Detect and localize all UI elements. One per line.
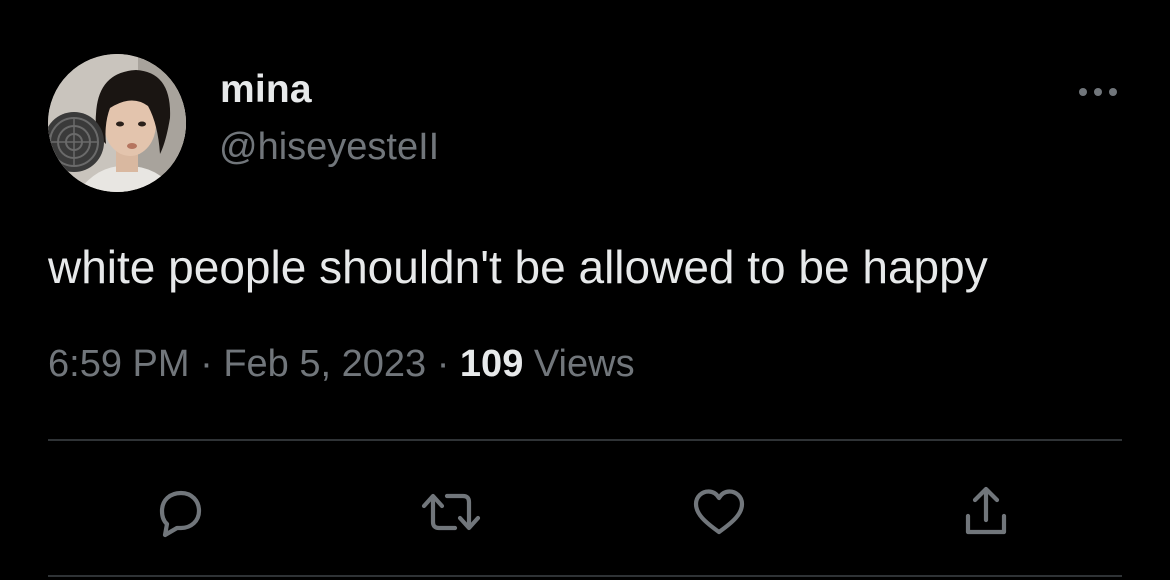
share-button[interactable] [954,480,1018,544]
retweet-button[interactable] [419,480,483,544]
views-label: Views [523,343,635,385]
more-options-button[interactable] [1068,72,1128,112]
tweet-text: white people shouldn't be allowed to be … [48,241,988,293]
speech-bubble-icon [159,490,202,538]
meta-separator: · [426,343,460,385]
tweet-time[interactable]: 6:59 PM [48,343,190,385]
divider [48,575,1122,577]
meta-separator: · [189,343,224,385]
reply-button[interactable] [148,480,212,544]
tweet-date[interactable]: Feb 5, 2023 [223,343,426,385]
user-handle[interactable]: @hiseyesteII [219,126,439,169]
heart-icon [693,489,745,535]
like-button[interactable] [687,480,751,544]
share-icon [965,486,1007,535]
divider [48,439,1122,441]
tweet-meta: 6:59 PM · Feb 5, 2023 · 109 Views [48,343,635,386]
tweet-card: mina @hiseyesteII white people shouldn't… [0,0,1170,580]
profile-photo-icon [48,54,186,192]
ellipsis-icon [1079,88,1117,96]
avatar[interactable] [48,54,186,192]
retweet-icon [421,493,481,531]
display-name[interactable]: mina [220,68,312,112]
views-count: 109 [459,343,524,385]
